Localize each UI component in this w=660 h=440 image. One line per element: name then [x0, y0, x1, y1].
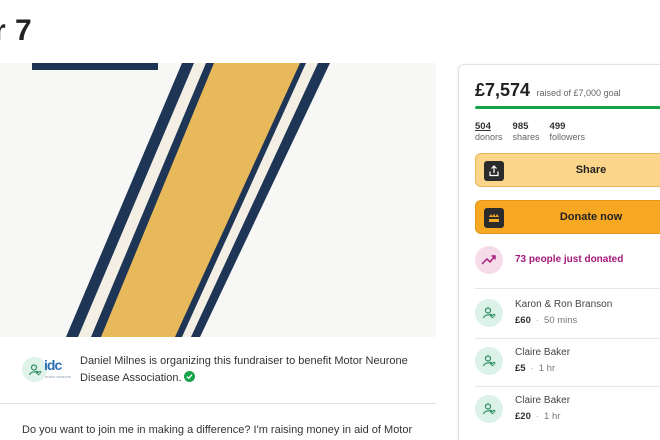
share-upload-icon	[484, 161, 504, 181]
donation-sidebar: £7,574 raised of £7,000 goal 504 donors …	[458, 64, 660, 440]
organizer-text: Daniel Milnes is organizing this fundrai…	[80, 353, 420, 387]
donor-meta: £5 · 1 hr	[515, 363, 556, 374]
organizer-section: idc motor neurone Daniel Milnes is organ…	[0, 338, 436, 404]
donor-amount: £5	[515, 363, 526, 374]
amount-raised: £7,574	[475, 80, 531, 100]
stat-label: followers	[549, 132, 586, 142]
charity-logo-text: idc	[44, 357, 62, 373]
donor-time: 1 hr	[538, 363, 556, 374]
gofundme-icon	[484, 208, 504, 228]
goal-text: raised of £7,000 goal	[536, 88, 621, 98]
donor-amount: £60	[515, 315, 531, 326]
stat-value: 499	[549, 121, 566, 132]
stat-value: 504	[475, 121, 491, 132]
stat-shares: 985 shares	[513, 121, 540, 143]
donor-meta: £60 · 50 mins	[515, 315, 578, 326]
share-button-label: Share	[575, 164, 607, 176]
donor-time: 50 mins	[544, 315, 578, 326]
donor-list-item: Karon & Ron Branson £60 · 50 mins	[475, 291, 660, 339]
organizer-description: Daniel Milnes is organizing this fundrai…	[80, 355, 408, 384]
fundraiser-page: r 7 idc motor neurone Daniel Milnes is	[0, 0, 660, 440]
page-title: r 7	[0, 14, 33, 47]
donate-button[interactable]: Donate now	[475, 200, 660, 234]
donor-list-item: Claire Baker £20 · 1 hr	[475, 387, 660, 435]
trending-up-icon	[475, 246, 503, 274]
charity-logo: idc motor neurone	[44, 357, 72, 383]
donor-meta: £20 · 1 hr	[515, 411, 561, 422]
stat-value: 985	[512, 121, 529, 132]
donor-time: 1 hr	[544, 411, 561, 422]
recent-donations-text: 73 people just donated	[515, 254, 624, 265]
check-badge-icon	[183, 371, 195, 382]
donor-amount: £20	[515, 411, 531, 422]
user-heart-icon	[475, 395, 503, 423]
share-button[interactable]: Share	[475, 153, 660, 187]
story-text: Do you want to join me in making a diffe…	[22, 424, 413, 436]
donation-stats: 504 donors 985 shares 499 followers	[475, 121, 585, 143]
charity-logo-subtext: motor neurone	[45, 374, 72, 379]
donor-list-item: Claire Baker £5 · 1 hr	[475, 339, 660, 387]
donate-button-label: Donate now	[559, 211, 623, 223]
donor-name: Claire Baker	[515, 395, 571, 406]
amount-raised-row: £7,574 raised of £7,000 goal	[475, 80, 621, 101]
stat-label: donors	[475, 132, 503, 142]
stat-label: shares	[512, 132, 540, 142]
progress-bar	[475, 106, 660, 109]
recent-donations[interactable]: 73 people just donated	[475, 245, 660, 289]
user-heart-icon	[475, 347, 503, 375]
donor-name: Claire Baker	[515, 347, 571, 358]
donor-name: Karon & Ron Branson	[515, 299, 613, 310]
user-heart-icon	[475, 299, 503, 327]
stat-followers: 499 followers	[550, 121, 586, 143]
hero-image	[0, 63, 436, 337]
stat-donors[interactable]: 504 donors	[475, 121, 503, 143]
